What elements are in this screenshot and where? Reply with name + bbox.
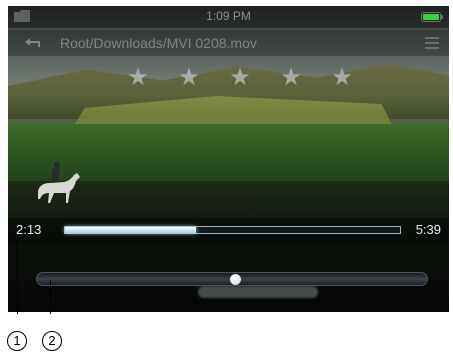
file-path-title: Root/Downloads/MVI 0208.mov [60,35,257,51]
total-time: 5:39 [415,222,441,237]
playback-progress-row: 2:13 5:39 [8,218,449,244]
volume-slider-knob[interactable] [230,274,241,285]
rating-star-5[interactable]: ★ [329,64,355,90]
callout-line-1 [17,238,18,314]
progress-bar[interactable] [64,226,401,234]
back-arrow-icon[interactable] [24,36,42,50]
volume-slider[interactable] [36,272,428,286]
callout-1: 1 [7,331,27,351]
elapsed-time: 2:13 [16,222,42,237]
rating-star-3[interactable]: ★ [227,64,253,90]
status-time: 1:09 PM [206,9,251,23]
horse-rider-figure [38,162,80,203]
rating-star-1[interactable]: ★ [125,64,151,90]
rating-stars: ★ ★ ★ ★ ★ [125,64,355,94]
status-bar: 1:09 PM [8,6,449,28]
rating-star-4[interactable]: ★ [278,64,304,90]
progress-bar-fill [65,227,197,233]
battery-icon [421,12,443,22]
video-reflection [198,286,318,298]
callout-2: 2 [42,331,62,351]
menu-icon[interactable] [425,37,439,49]
video-player-screen: 1:09 PM Root/Downloads/MVI 0208.mov ★ ★ … [8,6,449,312]
rating-star-2[interactable]: ★ [176,64,202,90]
title-bar: Root/Downloads/MVI 0208.mov [8,30,449,56]
callout-line-2 [50,280,51,314]
